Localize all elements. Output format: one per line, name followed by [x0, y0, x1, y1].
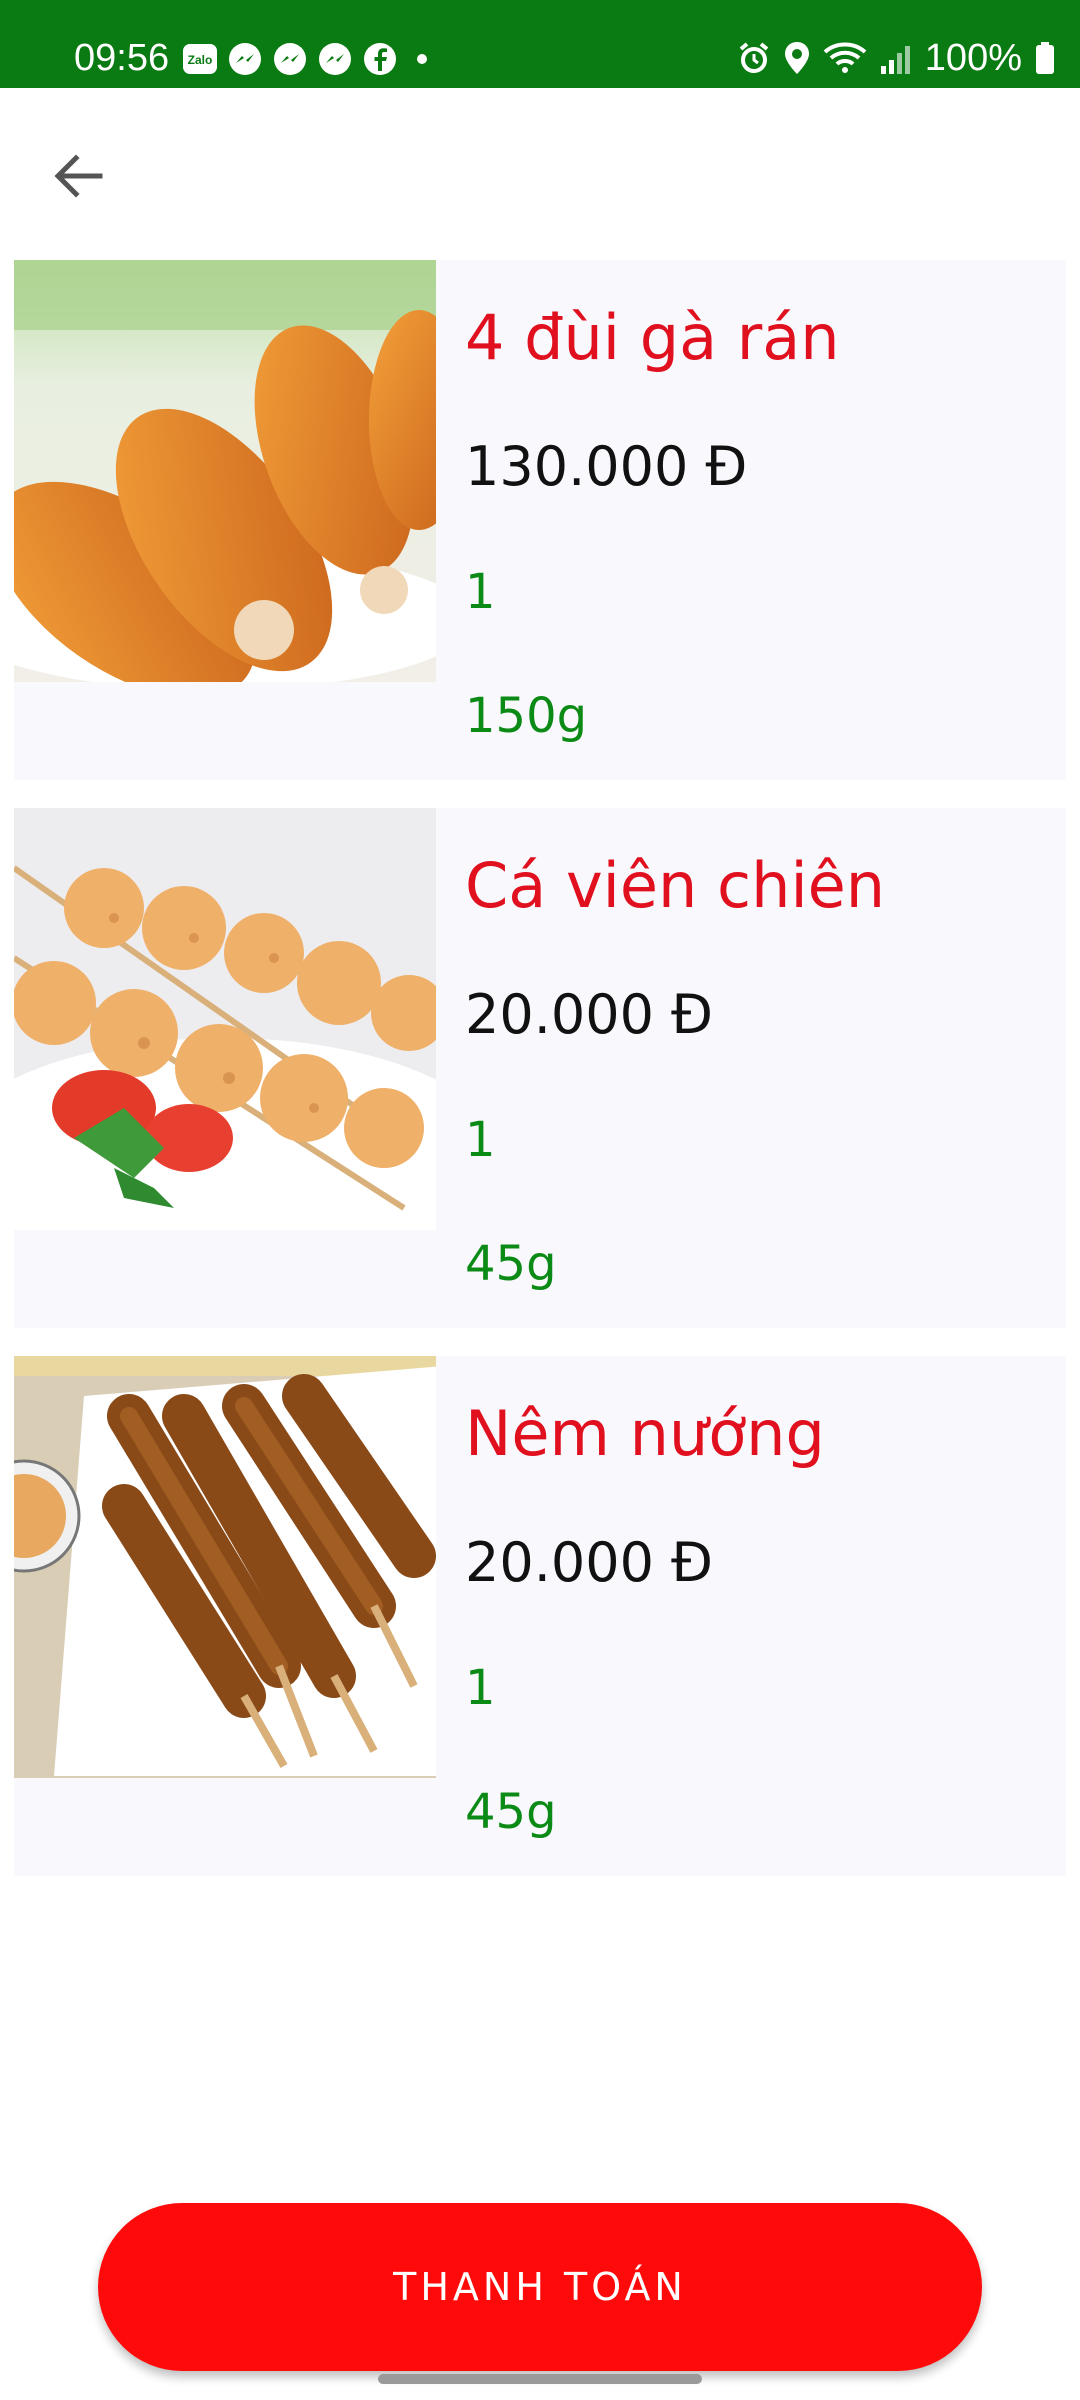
facebook-icon: [362, 41, 398, 77]
back-button[interactable]: [42, 140, 114, 212]
grilled-nem-image: [14, 1356, 436, 1778]
item-price: 20.000 Đ: [465, 1531, 713, 1594]
alarm-icon: [737, 40, 771, 76]
cart-item[interactable]: Cá viên chiên 20.000 Đ 1 45g: [14, 808, 1066, 1328]
messenger-icon: [317, 41, 353, 77]
item-weight: 150g: [465, 688, 588, 744]
item-quantity: 1: [465, 564, 496, 620]
battery-icon: [1034, 40, 1056, 76]
zalo-icon: Zalo: [182, 43, 218, 75]
item-quantity: 1: [465, 1660, 496, 1716]
wifi-icon: [823, 40, 867, 76]
fried-chicken-image: [14, 260, 436, 682]
status-bar: 09:56 Zalo 100%: [0, 0, 1080, 88]
messenger-icon: [272, 41, 308, 77]
item-quantity: 1: [465, 1112, 496, 1168]
gesture-nav-handle[interactable]: [378, 2374, 702, 2384]
system-indicators: 100%: [737, 36, 1056, 80]
battery-percentage: 100%: [924, 37, 1022, 79]
signal-icon: [879, 40, 913, 76]
checkout-label: THANH TOÁN: [393, 2265, 687, 2309]
location-icon: [783, 40, 811, 76]
cart-item[interactable]: 4 đùi gà rán 130.000 Đ 1 150g: [14, 260, 1066, 780]
item-weight: 45g: [465, 1784, 557, 1840]
svg-text:Zalo: Zalo: [188, 53, 213, 67]
item-weight: 45g: [465, 1236, 557, 1292]
fried-fishball-image: [14, 808, 436, 1230]
cart-list: 4 đùi gà rán 130.000 Đ 1 150g Cá viên ch…: [14, 260, 1066, 1904]
toolbar: [0, 88, 1080, 258]
dot-icon: [407, 41, 437, 77]
item-name: 4 đùi gà rán: [465, 301, 840, 374]
item-name: Nêm nướng: [465, 1397, 825, 1470]
checkout-button[interactable]: THANH TOÁN: [98, 2203, 982, 2371]
cart-item[interactable]: Nêm nướng 20.000 Đ 1 45g: [14, 1356, 1066, 1876]
arrow-back-icon: [52, 150, 104, 202]
item-price: 20.000 Đ: [465, 983, 713, 1046]
notification-icons: Zalo: [182, 41, 437, 77]
item-price: 130.000 Đ: [465, 435, 748, 498]
status-time: 09:56: [74, 37, 170, 79]
messenger-icon: [227, 41, 263, 77]
item-name: Cá viên chiên: [465, 849, 886, 922]
